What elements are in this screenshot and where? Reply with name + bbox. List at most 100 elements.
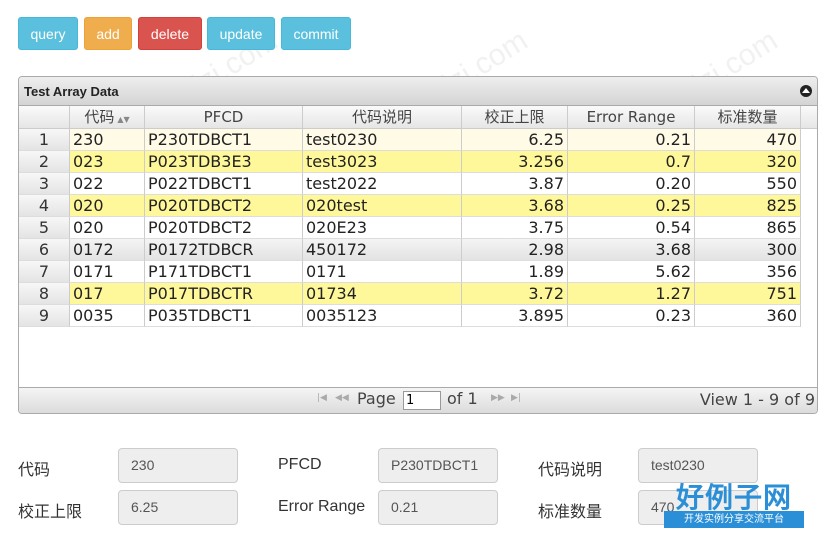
header-code-label: 代码 xyxy=(84,108,115,126)
grid-pager: |◀ ◀◀ Page of 1 ▶▶ ▶| View 1 - 9 of 9 xyxy=(19,387,817,413)
next-page-icon[interactable]: ▶▶ xyxy=(491,393,505,403)
header-rownum xyxy=(19,106,70,128)
cell-upper: 2.98 xyxy=(462,239,568,261)
header-qty[interactable]: 标准数量 xyxy=(695,106,801,128)
pfcd-field[interactable]: P230TDBCT1 xyxy=(378,448,498,483)
cell-desc: 020test xyxy=(303,195,462,217)
cell-pfcd: P020TDBCT2 xyxy=(145,217,303,239)
table-row[interactable]: 4 020 P020TDBCT2 020test 3.68 0.25 825 xyxy=(19,195,801,217)
code-label: 代码 xyxy=(18,462,51,479)
table-row[interactable]: 6 0172 P0172TDBCR 450172 2.98 3.68 300 xyxy=(19,239,801,261)
cell-upper: 6.25 xyxy=(462,129,568,151)
row-number: 3 xyxy=(19,173,70,195)
cell-qty: 356 xyxy=(695,261,801,283)
cell-upper: 3.87 xyxy=(462,173,568,195)
cell-desc: 0171 xyxy=(303,261,462,283)
cell-pfcd: P023TDB3E3 xyxy=(145,151,303,173)
cell-code: 022 xyxy=(70,173,145,195)
cell-desc: test3023 xyxy=(303,151,462,173)
cell-error-range: 5.62 xyxy=(568,261,695,283)
cell-qty: 751 xyxy=(695,283,801,305)
pfcd-label: PFCD xyxy=(278,456,322,473)
row-number: 6 xyxy=(19,239,70,261)
grid-title: Test Array Data xyxy=(24,83,119,99)
cell-desc: 450172 xyxy=(303,239,462,261)
logo-title: 好例子网 xyxy=(675,481,792,514)
sort-icon[interactable]: ▲▼ xyxy=(117,115,129,124)
cell-upper: 3.68 xyxy=(462,195,568,217)
row-number: 8 xyxy=(19,283,70,305)
cell-upper: 3.72 xyxy=(462,283,568,305)
cell-qty: 300 xyxy=(695,239,801,261)
cell-pfcd: P0172TDBCR xyxy=(145,239,303,261)
cell-desc: 020E23 xyxy=(303,217,462,239)
last-page-icon[interactable]: ▶| xyxy=(511,393,521,403)
cell-error-range: 0.25 xyxy=(568,195,695,217)
header-desc[interactable]: 代码说明 xyxy=(303,106,462,128)
row-number: 2 xyxy=(19,151,70,173)
upper-field[interactable]: 6.25 xyxy=(118,490,238,525)
row-number: 9 xyxy=(19,305,70,327)
cell-pfcd: P230TDBCT1 xyxy=(145,129,303,151)
cell-upper: 3.256 xyxy=(462,151,568,173)
cell-error-range: 0.21 xyxy=(568,129,695,151)
cell-error-range: 0.23 xyxy=(568,305,695,327)
table-row[interactable]: 9 0035 P035TDBCT1 0035123 3.895 0.23 360 xyxy=(19,305,801,327)
site-logo: 好例子网 开发实例分享交流平台 xyxy=(664,476,834,531)
cell-error-range: 0.20 xyxy=(568,173,695,195)
collapse-icon[interactable] xyxy=(800,85,812,97)
commit-button[interactable]: commit xyxy=(281,17,351,50)
table-row[interactable]: 7 0171 P171TDBCT1 0171 1.89 5.62 356 xyxy=(19,261,801,283)
delete-button[interactable]: delete xyxy=(138,17,202,50)
cell-pfcd: P020TDBCT2 xyxy=(145,195,303,217)
cell-pfcd: P035TDBCT1 xyxy=(145,305,303,327)
cell-qty: 320 xyxy=(695,151,801,173)
cell-qty: 825 xyxy=(695,195,801,217)
cell-error-range: 1.27 xyxy=(568,283,695,305)
error-range-label: Error Range xyxy=(278,498,366,515)
upper-label: 校正上限 xyxy=(18,504,83,521)
view-records: View 1 - 9 of 9 xyxy=(699,390,815,409)
page-input[interactable] xyxy=(403,391,441,410)
first-page-icon[interactable]: |◀ xyxy=(317,393,327,403)
header-code[interactable]: 代码 ▲▼ xyxy=(70,106,145,128)
cell-error-range: 0.54 xyxy=(568,217,695,239)
cell-qty: 865 xyxy=(695,217,801,239)
header-error-range[interactable]: Error Range xyxy=(568,106,695,128)
logo-subtitle: 开发实例分享交流平台 xyxy=(664,511,804,528)
cell-qty: 360 xyxy=(695,305,801,327)
header-pfcd[interactable]: PFCD xyxy=(145,106,303,128)
cell-desc: test0230 xyxy=(303,129,462,151)
cell-desc: test2022 xyxy=(303,173,462,195)
cell-code: 0171 xyxy=(70,261,145,283)
cell-qty: 470 xyxy=(695,129,801,151)
table-row[interactable]: 3 022 P022TDBCT1 test2022 3.87 0.20 550 xyxy=(19,173,801,195)
header-upper[interactable]: 校正上限 xyxy=(462,106,568,128)
error-range-field[interactable]: 0.21 xyxy=(378,490,498,525)
table-row[interactable]: 1 230 P230TDBCT1 test0230 6.25 0.21 470 xyxy=(19,129,801,151)
cell-desc: 01734 xyxy=(303,283,462,305)
cell-code: 020 xyxy=(70,195,145,217)
qty-label: 标准数量 xyxy=(538,504,603,521)
cell-error-range: 0.7 xyxy=(568,151,695,173)
row-number: 4 xyxy=(19,195,70,217)
cell-upper: 3.895 xyxy=(462,305,568,327)
data-grid: Test Array Data 代码 ▲▼ PFCD 代码说明 校正上限 Erro… xyxy=(18,76,818,414)
table-row[interactable]: 5 020 P020TDBCT2 020E23 3.75 0.54 865 xyxy=(19,217,801,239)
cell-pfcd: P171TDBCT1 xyxy=(145,261,303,283)
desc-label: 代码说明 xyxy=(538,462,603,479)
table-row[interactable]: 8 017 P017TDBCTR 01734 3.72 1.27 751 xyxy=(19,283,801,305)
row-number: 7 xyxy=(19,261,70,283)
table-row[interactable]: 2 023 P023TDB3E3 test3023 3.256 0.7 320 xyxy=(19,151,801,173)
cell-pfcd: P022TDBCT1 xyxy=(145,173,303,195)
cell-code: 0172 xyxy=(70,239,145,261)
cell-qty: 550 xyxy=(695,173,801,195)
add-button[interactable]: add xyxy=(84,17,132,50)
cell-desc: 0035123 xyxy=(303,305,462,327)
query-button[interactable]: query xyxy=(18,17,78,50)
update-button[interactable]: update xyxy=(207,17,275,50)
cell-error-range: 3.68 xyxy=(568,239,695,261)
code-field[interactable]: 230 xyxy=(118,448,238,483)
cell-code: 023 xyxy=(70,151,145,173)
prev-page-icon[interactable]: ◀◀ xyxy=(335,393,349,403)
